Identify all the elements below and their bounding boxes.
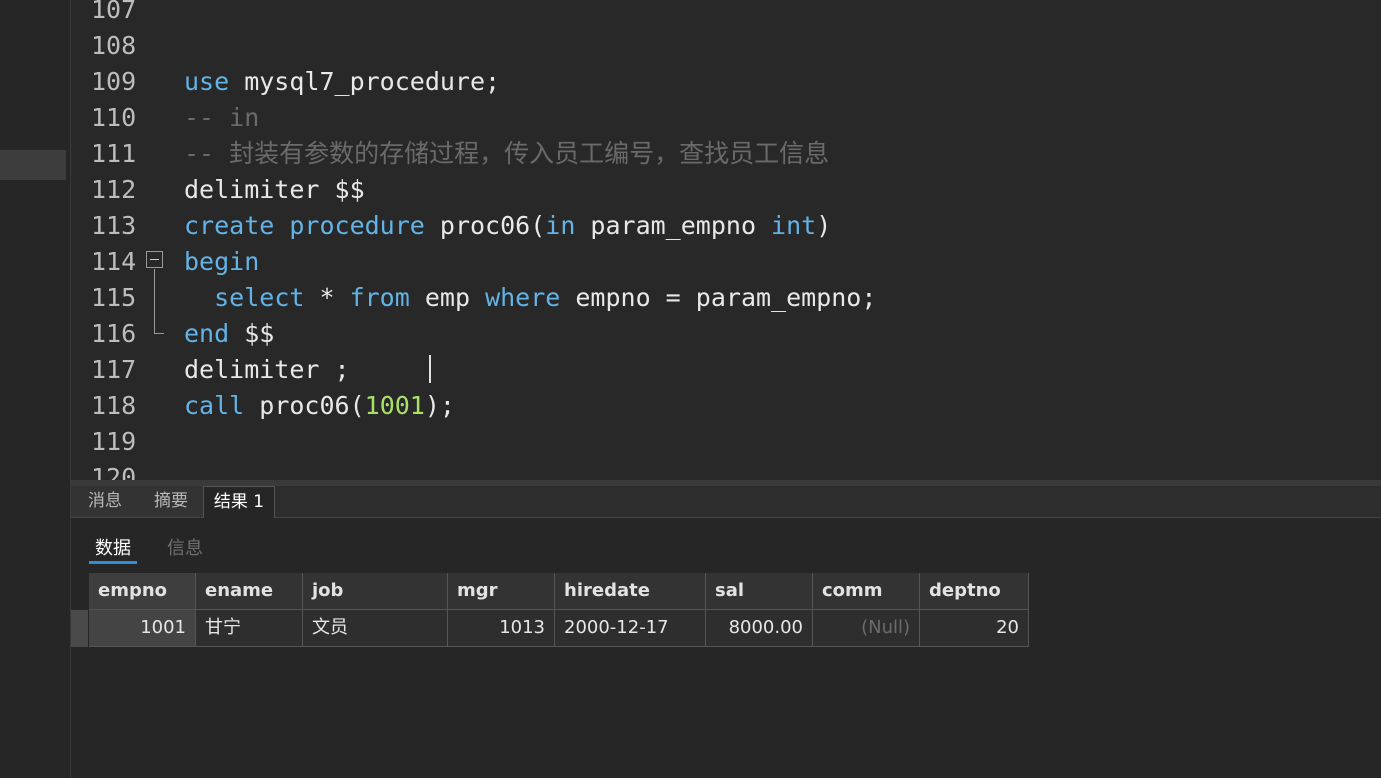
line-number: 111 <box>91 139 137 168</box>
code-token: empno = param_empno; <box>560 283 877 312</box>
code-text: create procedure proc06(in param_empno i… <box>184 208 831 244</box>
line-number: 107 <box>91 0 137 24</box>
line-number: 113 <box>91 211 137 240</box>
code-token: delimiter $$ <box>184 175 365 204</box>
left-side-panel <box>0 0 71 778</box>
code-text: delimiter ; <box>184 352 350 388</box>
code-token: procedure <box>289 211 425 240</box>
line-number: 119 <box>91 427 137 456</box>
code-line[interactable]: 110 -- in <box>71 100 1381 136</box>
code-line[interactable]: 112 delimiter $$ <box>71 172 1381 208</box>
code-line[interactable]: 118 call proc06(1001); <box>71 388 1381 424</box>
code-token: mysql7_procedure; <box>229 67 501 96</box>
code-token: * <box>304 283 350 312</box>
active-subtab-underline <box>89 561 137 564</box>
code-token: use <box>184 67 230 96</box>
table-cell-empno[interactable]: 1001 <box>89 610 196 647</box>
code-token: -- in <box>184 103 260 132</box>
selected-item-highlight[interactable] <box>0 150 66 180</box>
code-token: proc06( <box>244 391 365 420</box>
line-number: 115 <box>91 283 137 312</box>
code-token: create <box>184 211 275 240</box>
result-tab-bar: 消息 摘要 结果 1 <box>71 486 1381 518</box>
text-caret <box>429 355 431 383</box>
code-text: end $$ <box>184 316 274 352</box>
code-line[interactable]: 115 select * from emp where empno = para… <box>71 280 1381 316</box>
tab-result-1[interactable]: 结果 1 <box>203 486 275 518</box>
code-token: call <box>184 391 245 420</box>
column-header-empno[interactable]: empno <box>89 573 196 610</box>
code-line[interactable]: 120 <box>71 460 1381 480</box>
column-header-hiredate[interactable]: hiredate <box>555 573 706 610</box>
line-number: 110 <box>91 103 137 132</box>
code-line[interactable]: 108 <box>71 28 1381 64</box>
subtab-data[interactable]: 数据 <box>95 534 131 560</box>
code-text: -- 封装有参数的存储过程，传入员工编号，查找员工信息 <box>184 136 829 172</box>
result-sub-tabs: 数据 信息 <box>71 518 1381 572</box>
table-cell-deptno[interactable]: 20 <box>920 610 1029 647</box>
code-text: select * from emp where empno = param_em… <box>184 280 876 316</box>
table-cell-sal[interactable]: 8000.00 <box>706 610 813 647</box>
code-line[interactable]: 109 use mysql7_procedure; <box>71 64 1381 100</box>
code-text: call proc06(1001); <box>184 388 455 424</box>
column-header-mgr[interactable]: mgr <box>448 573 555 610</box>
code-text: delimiter $$ <box>184 172 365 208</box>
code-token: param_empno <box>575 211 772 240</box>
table-cell-ename[interactable]: 甘宁 <box>196 610 303 647</box>
code-token: ); <box>424 391 455 420</box>
table-cell-mgr[interactable]: 1013 <box>448 610 555 647</box>
fold-guide-end <box>154 333 164 334</box>
line-number: 109 <box>91 67 137 96</box>
code-token: proc06( <box>424 211 546 240</box>
code-token: select <box>214 283 305 312</box>
code-line[interactable]: 119 <box>71 424 1381 460</box>
sql-editor[interactable]: 107 108 109 use mysql7_procedure; 110 -- in 11… <box>71 0 1381 480</box>
line-number: 116 <box>91 319 137 348</box>
code-text: use mysql7_procedure; <box>184 64 500 100</box>
table-cell-hiredate[interactable]: 2000-12-17 <box>555 610 706 647</box>
row-selector[interactable] <box>71 610 88 647</box>
code-line[interactable]: 107 <box>71 0 1381 28</box>
column-header-comm[interactable]: comm <box>813 573 920 610</box>
line-number: 117 <box>91 355 137 384</box>
code-token: end <box>184 319 230 348</box>
table-cell-comm[interactable]: (Null) <box>813 610 920 647</box>
code-token: from <box>349 283 410 312</box>
column-header-ename[interactable]: ename <box>196 573 303 610</box>
column-header-sal[interactable]: sal <box>706 573 813 610</box>
code-token: delimiter ; <box>184 355 350 384</box>
code-token: -- 封装有参数的存储过程，传入员工编号，查找员工信息 <box>184 139 830 168</box>
code-token: in <box>545 211 576 240</box>
code-token: int <box>771 211 817 240</box>
code-token: begin <box>184 247 260 276</box>
code-text: -- in <box>184 100 259 136</box>
line-number: 112 <box>91 175 137 204</box>
column-header-deptno[interactable]: deptno <box>920 573 1029 610</box>
code-token: where <box>485 283 561 312</box>
column-header-job[interactable]: job <box>303 573 448 610</box>
line-number: 108 <box>91 31 137 60</box>
code-token: emp <box>409 283 486 312</box>
subtab-info[interactable]: 信息 <box>167 534 203 560</box>
code-token: $$ <box>229 319 275 348</box>
tab-summary[interactable]: 摘要 <box>139 486 204 517</box>
code-line[interactable]: 114 begin <box>71 244 1381 280</box>
fold-guide-line <box>154 269 155 333</box>
code-line[interactable]: 111 -- 封装有参数的存储过程，传入员工编号，查找员工信息 <box>71 136 1381 172</box>
code-line[interactable]: 113 create procedure proc06(in param_empn… <box>71 208 1381 244</box>
line-number: 120 <box>91 463 137 480</box>
tab-messages[interactable]: 消息 <box>71 486 140 517</box>
code-line[interactable]: 117 delimiter ; <box>71 352 1381 388</box>
line-number: 118 <box>91 391 137 420</box>
code-token: ) <box>816 211 832 240</box>
code-token: 1001 <box>364 391 425 420</box>
code-line[interactable]: 116 end $$ <box>71 316 1381 352</box>
table-cell-job[interactable]: 文员 <box>303 610 448 647</box>
fold-collapse-icon[interactable] <box>146 251 163 268</box>
code-text: begin <box>184 244 259 280</box>
